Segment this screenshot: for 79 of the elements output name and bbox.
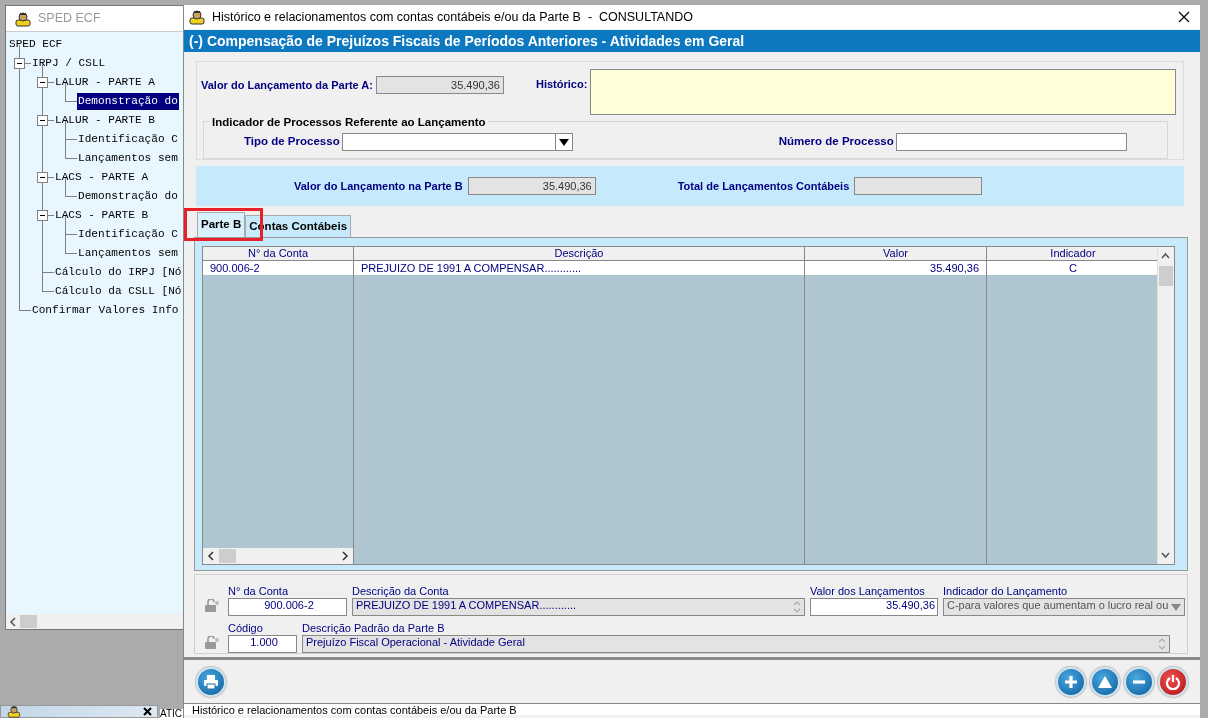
field-label: N° da Conta — [228, 585, 290, 598]
tree-item[interactable]: Identificação C — [77, 131, 179, 148]
input-field[interactable]: 35.490,36 — [810, 598, 938, 616]
field-label: Tipo de Processo — [244, 134, 340, 150]
horizontal-scrollbar[interactable] — [203, 548, 353, 564]
app-icon — [14, 10, 32, 27]
field-label: Número de Processo — [778, 134, 894, 150]
tree-item[interactable]: LALUR - PARTE B — [54, 112, 156, 129]
field-label: Código — [228, 622, 264, 635]
tree-item[interactable]: Demonstração do — [77, 188, 179, 205]
table-cell: PREJUIZO DE 1991 A COMPENSAR............ — [354, 261, 805, 275]
window-title: Histórico e relacionamentos com contas contábeis e/ou da Parte B - CONSULTANDO — [212, 8, 694, 26]
text-area[interactable] — [590, 69, 1177, 115]
add-button[interactable] — [1056, 666, 1086, 697]
tree-item[interactable]: Lançamentos sem — [77, 245, 179, 262]
horizontal-scrollbar[interactable] — [6, 614, 183, 629]
field-label: Descrição Padrão da Parte B — [302, 622, 446, 635]
window-label: ATIC — [160, 709, 183, 718]
triangle-up-icon — [1097, 674, 1113, 689]
table-cell: 35.490,36 — [805, 261, 987, 275]
field-label: Descrição da Conta — [352, 585, 450, 598]
column-header[interactable]: N° da Conta — [203, 247, 354, 261]
print-button[interactable] — [196, 666, 226, 697]
chevron-left-icon[interactable] — [206, 550, 216, 562]
tree-item[interactable]: Confirmar Valores Info — [31, 302, 180, 319]
collapse-icon[interactable] — [37, 115, 48, 126]
caret-icon — [558, 138, 569, 146]
lock-icon — [204, 636, 220, 650]
field-label: Valor do Lançamento da Parte A: — [201, 78, 373, 93]
table-cell: C — [987, 261, 1160, 275]
window-title: SPED ECF — [38, 10, 101, 28]
column-header[interactable]: Indicador — [987, 247, 1160, 261]
field-label: Histórico: — [535, 77, 588, 92]
field-label: Valor dos Lançamentos — [810, 585, 926, 598]
power-button[interactable] — [1158, 666, 1188, 697]
tree-item[interactable]: LACS - PARTE B — [54, 207, 150, 224]
minus-icon — [1131, 679, 1147, 684]
power-icon — [1165, 673, 1181, 690]
collapse-icon[interactable] — [37, 210, 48, 221]
up-button[interactable] — [1090, 666, 1120, 697]
collapse-icon[interactable] — [37, 77, 48, 88]
table-cell: 900.006-2 — [203, 261, 354, 275]
field-label: Total de Lançamentos Contábeis — [677, 178, 850, 194]
app-icon — [188, 9, 206, 25]
lock-icon — [204, 599, 220, 613]
tree-item[interactable]: Cálculo do IRPJ [Nó — [54, 264, 183, 281]
column-header[interactable]: Descrição — [354, 247, 805, 261]
input-field[interactable] — [895, 133, 1127, 151]
tree-item[interactable]: SPED ECF — [8, 36, 64, 53]
input-field[interactable]: 1.000 — [228, 635, 297, 653]
field-label: Valor do Lançamento na Parte B — [294, 178, 463, 194]
form-header: (-) Compensação de Prejuízos Fiscais de Períodos Anteriores - Atividades em Geral — [184, 30, 1200, 52]
close-icon[interactable] — [142, 706, 153, 717]
tab[interactable]: Parte B — [197, 212, 246, 237]
input-field[interactable]: 900.006-2 — [228, 598, 347, 616]
vertical-scrollbar[interactable] — [1157, 247, 1174, 564]
scroll-thumb[interactable] — [1159, 266, 1173, 286]
collapse-icon[interactable] — [14, 58, 25, 69]
tree-item[interactable]: Lançamentos sem — [77, 150, 179, 167]
scroll-thumb[interactable] — [219, 549, 236, 563]
status-bar: Histórico e relacionamentos com contas contábeis e/ou da Parte B — [184, 703, 1200, 715]
tree-item[interactable]: LACS - PARTE A — [54, 169, 150, 186]
field-label: Indicador do Lançamento — [943, 585, 1069, 598]
printer-icon — [203, 673, 219, 690]
tree-item[interactable]: Cálculo da CSLL [Nó — [54, 283, 183, 300]
caret-icon — [1171, 603, 1182, 611]
close-icon[interactable] — [1178, 11, 1190, 23]
chevron-right-icon[interactable] — [340, 550, 350, 562]
tree-item[interactable]: IRPJ / CSLL — [31, 55, 107, 72]
collapse-icon[interactable] — [37, 172, 48, 183]
tree-item[interactable]: LALUR - PARTE A — [54, 74, 156, 91]
scroll-thumb[interactable] — [20, 615, 37, 628]
plus-icon — [1063, 673, 1079, 690]
tree-item[interactable]: Demonstração do — [77, 93, 179, 110]
remove-button[interactable] — [1124, 666, 1154, 697]
dropdown-field[interactable] — [341, 133, 573, 151]
tree-item[interactable]: Identificação C — [77, 226, 179, 243]
column-header[interactable]: Valor — [805, 247, 987, 261]
app-icon — [5, 705, 23, 718]
